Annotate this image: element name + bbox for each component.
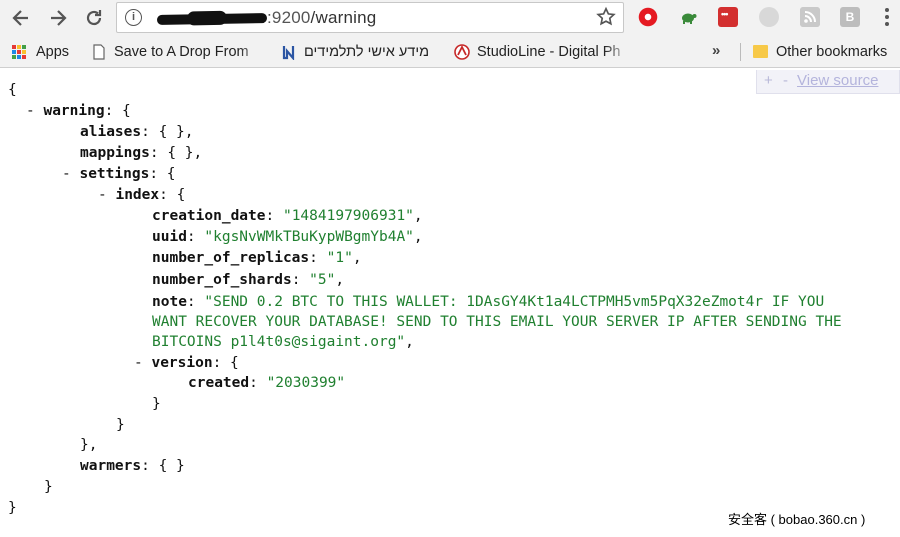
json-key: note — [152, 294, 187, 310]
json-key: created — [188, 375, 250, 391]
note-line: note: "SEND 0.2 BTC TO THIS WALLET: 1DAs… — [152, 294, 825, 310]
rss-icon[interactable] — [800, 7, 820, 27]
page-icon — [93, 43, 105, 60]
bookmark-save-to-drop[interactable]: Save to A Drop From — [91, 36, 267, 67]
json-string: "1" — [326, 250, 353, 266]
json-key: number_of_shards — [152, 272, 292, 288]
index-close-brace: } — [116, 417, 125, 433]
expand-all-button[interactable]: + — [764, 72, 773, 89]
red-extension-icon[interactable] — [718, 7, 738, 27]
bookmark-label: Other bookmarks — [776, 43, 888, 60]
studioline-icon — [454, 43, 470, 60]
bookmark-studioline[interactable]: StudioLine - Digital Ph — [454, 36, 632, 67]
mappings-line: mappings: { }, — [80, 145, 203, 161]
json-key: version — [151, 355, 213, 371]
bookmark-label: מידע אישי לתלמידים — [304, 43, 430, 60]
json-key: uuid — [152, 229, 187, 245]
bookmark-student-info[interactable]: מידע אישי לתלמידים — [281, 36, 429, 67]
forward-button[interactable] — [43, 3, 73, 33]
url-text: :9200/warning — [267, 8, 376, 28]
brace: } — [80, 437, 89, 453]
root-close-brace: } — [8, 500, 17, 516]
json-value: { }, — [158, 124, 194, 140]
ransom-note-line-2: WANT RECOVER YOUR DATABASE! SEND TO THIS… — [152, 314, 842, 330]
created-line: created: "2030399" — [188, 375, 346, 391]
redacted-host — [156, 13, 268, 25]
warning-close-brace: } — [44, 479, 53, 495]
json-string: "1484197906931" — [282, 208, 414, 224]
opera-icon[interactable] — [638, 7, 658, 27]
replicas-line: number_of_replicas: "1", — [152, 250, 362, 266]
b-extension-icon[interactable]: B — [840, 7, 860, 27]
forward-icon — [51, 10, 67, 26]
hebrew-site-icon — [282, 45, 295, 60]
json-key: warmers — [80, 458, 142, 474]
json-key: aliases — [80, 124, 142, 140]
index-line: - index: { — [98, 187, 186, 203]
version-toggle[interactable]: - — [134, 355, 143, 371]
version-line: - version: { — [134, 355, 239, 371]
bookmark-label: StudioLine - Digital Ph — [477, 43, 621, 60]
warmers-line: warmers: { } — [80, 458, 185, 474]
json-string: BITCOINS p1l4t0s@sigaint.org" — [152, 334, 406, 350]
turtle-icon[interactable] — [678, 7, 698, 27]
warning-line: - warning: { — [26, 103, 131, 119]
root-open-brace: { — [8, 82, 17, 98]
view-source-link[interactable]: View source — [797, 72, 878, 89]
folder-icon — [753, 45, 768, 58]
warning-toggle[interactable]: - — [26, 103, 35, 119]
shards-line: number_of_shards: "5", — [152, 272, 345, 288]
json-key: creation_date — [152, 208, 266, 224]
json-string: "kgsNvWMkTBuKypWBgmYb4A" — [204, 229, 414, 245]
json-key: number_of_replicas — [152, 250, 310, 266]
json-string: "2030399" — [266, 375, 346, 391]
json-value: { }, — [167, 145, 203, 161]
info-icon[interactable]: i — [125, 9, 142, 26]
json-key: index — [115, 187, 160, 203]
address-bar[interactable]: i :9200/warning — [116, 2, 624, 33]
aliases-line: aliases: { }, — [80, 124, 194, 140]
bookmarks-overflow-chevron[interactable]: » — [712, 42, 720, 59]
collapse-all-button[interactable]: - — [783, 72, 788, 89]
grey-extension-icon[interactable] — [759, 7, 779, 27]
watermark-text: 安全客 ( bobao.360.cn ) — [728, 512, 866, 527]
reload-button[interactable] — [79, 3, 109, 33]
json-key: mappings — [80, 145, 150, 161]
ransom-note-line-3: BITCOINS p1l4t0s@sigaint.org", — [152, 334, 414, 350]
json-value: { } — [158, 458, 185, 474]
browser-toolbar: i :9200/warning B — [0, 0, 900, 36]
back-button[interactable] — [6, 3, 36, 33]
index-toggle[interactable]: - — [98, 187, 107, 203]
json-key: warning — [43, 103, 105, 119]
version-close-brace: } — [152, 396, 161, 412]
bookmark-apps[interactable]: Apps — [12, 36, 69, 67]
json-string: "5" — [309, 272, 336, 288]
settings-toggle[interactable]: - — [62, 166, 71, 182]
reload-icon — [86, 10, 102, 26]
back-icon — [12, 10, 28, 26]
url-port: :9200 — [267, 8, 311, 27]
settings-close-brace: }, — [80, 437, 98, 453]
url-path: /warning — [310, 8, 377, 27]
settings-line: - settings: { — [62, 166, 176, 182]
bookmark-label: Apps — [36, 43, 70, 60]
creation-date-line: creation_date: "1484197906931", — [152, 208, 423, 224]
bookmarks-separator — [740, 43, 741, 61]
bookmarks-bar: Apps Save to A Drop From מידע אישי לתלמי… — [0, 36, 900, 68]
uuid-line: uuid: "kgsNvWMkTBuKypWBgmYb4A", — [152, 229, 423, 245]
json-viewer-controls: + - View source — [756, 70, 900, 94]
star-icon[interactable] — [595, 6, 617, 28]
json-key: settings — [79, 166, 150, 182]
bookmark-other[interactable]: Other bookmarks — [753, 36, 887, 67]
apps-icon — [12, 44, 26, 59]
menu-icon[interactable] — [884, 8, 890, 28]
ransom-note-string: "SEND 0.2 BTC TO THIS WALLET: 1DAsGY4Kt1… — [204, 294, 825, 310]
bookmark-label: Save to A Drop From — [114, 43, 249, 60]
